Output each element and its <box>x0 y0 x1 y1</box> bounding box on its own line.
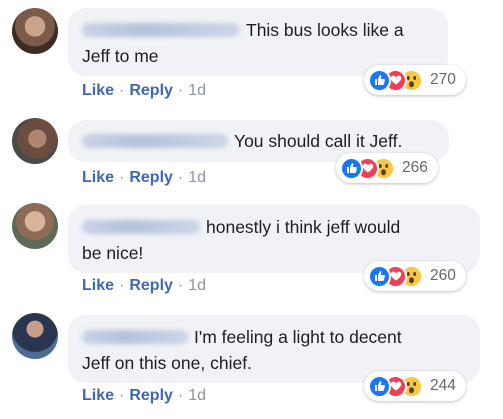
like-link[interactable]: Like <box>82 387 114 404</box>
comment-time[interactable]: 1d <box>188 387 206 404</box>
reaction-count: 244 <box>430 377 456 394</box>
like-icon <box>340 156 363 180</box>
reactions-summary[interactable]: 244 <box>364 371 466 401</box>
comment-text-line1: I'm feeling a light to decent <box>194 327 402 347</box>
comment: I'm feeling a light to decent Jeff on th… <box>0 0 503 419</box>
comment-actions: Like · Reply · 1d <box>82 387 207 404</box>
like-icon <box>368 68 391 92</box>
avatar[interactable] <box>12 313 58 359</box>
comment-text-line2: Jeff on this one, chief. <box>82 353 252 373</box>
like-icon <box>368 264 391 288</box>
reply-link[interactable]: Reply <box>129 387 173 404</box>
commenter-name[interactable] <box>82 330 188 344</box>
like-icon <box>368 374 391 398</box>
